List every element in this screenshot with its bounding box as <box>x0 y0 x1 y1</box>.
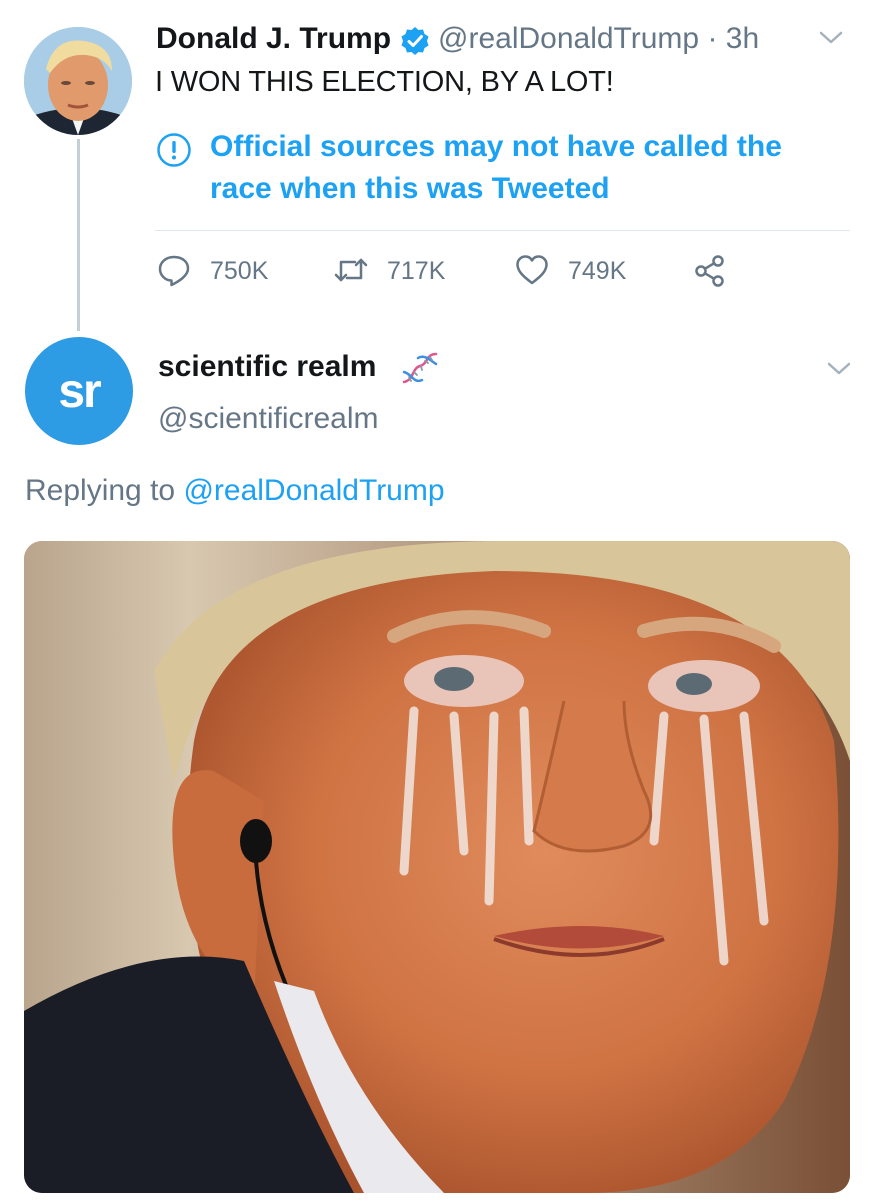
avatar-portrait <box>24 27 132 135</box>
replying-to-line: Replying to @realDonaldTrump <box>25 474 445 508</box>
reply-author-name[interactable]: scientific realm <box>158 350 376 384</box>
retweet-count: 717K <box>387 257 446 285</box>
reply-count: 750K <box>210 257 269 285</box>
replying-to-mention[interactable]: @realDonaldTrump <box>183 474 444 507</box>
replying-prefix: Replying to <box>25 474 176 507</box>
exclamation-circle-icon <box>157 133 191 167</box>
chevron-down-icon[interactable] <box>826 361 852 377</box>
dna-emoji-icon <box>402 352 438 384</box>
author-name[interactable]: Donald J. Trump <box>156 22 391 56</box>
reply-author-handle[interactable]: @scientificrealm <box>158 402 379 436</box>
tweet-text: I WON THIS ELECTION, BY A LOT! <box>155 66 614 98</box>
verified-badge-icon <box>401 27 429 55</box>
reply-icon <box>158 255 190 287</box>
avatar-initials: sr <box>58 364 101 418</box>
trump-avatar[interactable] <box>24 27 132 135</box>
tweet-photo[interactable] <box>24 541 850 1193</box>
like-count: 749K <box>568 257 627 285</box>
scientificrealm-avatar[interactable]: sr <box>25 337 133 445</box>
chevron-down-icon[interactable] <box>818 30 844 46</box>
heart-icon <box>516 255 548 285</box>
election-notice-link[interactable]: Official sources may not have called the… <box>210 126 830 210</box>
separator-dot: · <box>707 22 718 55</box>
tweet-time[interactable]: 3h <box>726 22 759 55</box>
thread-line <box>77 139 80 331</box>
divider <box>155 230 850 231</box>
retweet-icon <box>334 258 368 282</box>
author-handle[interactable]: @realDonaldTrump <box>438 22 699 55</box>
share-icon[interactable] <box>692 253 728 289</box>
crying-face-photo <box>24 541 850 1193</box>
handle-and-time: @realDonaldTrump · 3h <box>438 22 759 56</box>
